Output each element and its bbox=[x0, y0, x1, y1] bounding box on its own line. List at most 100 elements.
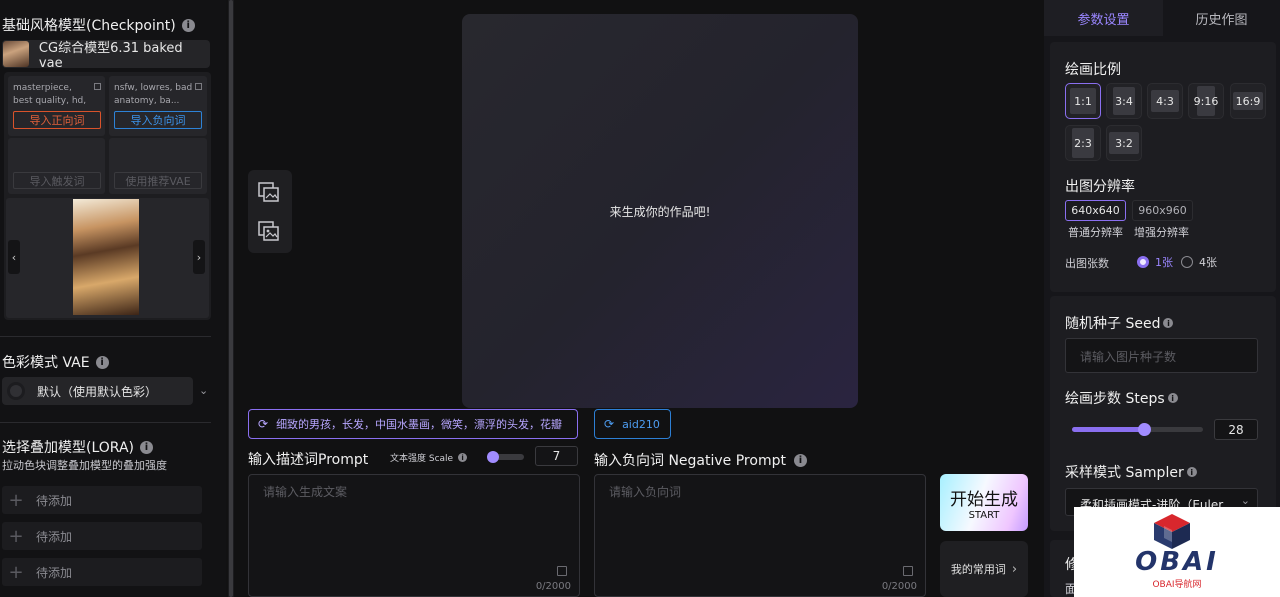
start-button[interactable]: 开始生成 START bbox=[940, 474, 1028, 531]
negative-preset: nsfw, lowres, bad anatomy, ba... 导入负向词 bbox=[109, 76, 207, 136]
ratio-16-9[interactable]: 16:9 bbox=[1230, 83, 1266, 119]
resolution-title: 出图分辨率 bbox=[1065, 179, 1135, 195]
divider bbox=[0, 422, 211, 423]
info-icon[interactable]: i bbox=[95, 355, 109, 369]
watermark-title: OBAI bbox=[1135, 547, 1219, 577]
save-icon[interactable] bbox=[903, 566, 913, 576]
vae-color-icon bbox=[7, 382, 25, 400]
ratio-3-2[interactable]: 3:2 bbox=[1106, 125, 1142, 161]
positive-preset: masterpiece, best quality, hd, ... 导入正向词 bbox=[8, 76, 105, 136]
plus-icon: + bbox=[8, 561, 24, 583]
seed-input[interactable]: 请输入图片种子数 bbox=[1065, 338, 1258, 373]
model-thumbnail bbox=[3, 41, 29, 67]
info-icon[interactable]: i bbox=[458, 453, 468, 462]
count-option-4[interactable]: 4张 bbox=[1181, 254, 1217, 270]
copy-icon[interactable] bbox=[94, 83, 101, 90]
ratio-1-1[interactable]: 1:1 bbox=[1065, 83, 1101, 119]
plus-icon: + bbox=[8, 525, 24, 547]
vae-value: 默认（使用默认色彩） bbox=[37, 384, 158, 399]
divider bbox=[0, 336, 211, 337]
vae-title: 色彩模式 VAE i bbox=[2, 352, 109, 372]
import-negative-button[interactable]: 导入负向词 bbox=[114, 111, 202, 129]
ratio-9-16[interactable]: 9:16 bbox=[1188, 83, 1224, 119]
preview-carousel: ‹ › bbox=[6, 198, 209, 318]
ratio-2-3[interactable]: 2:3 bbox=[1065, 125, 1101, 161]
count-label: 出图张数 bbox=[1065, 257, 1109, 270]
chevron-down-icon[interactable]: ⌄ bbox=[199, 384, 208, 397]
ratio-title: 绘画比例 bbox=[1065, 62, 1121, 78]
chevron-left-icon[interactable]: ‹ bbox=[8, 240, 20, 274]
seed-title-group: 随机种子 Seed i bbox=[1065, 313, 1174, 333]
negative-preset-text: nsfw, lowres, bad anatomy, ba... bbox=[114, 83, 193, 106]
use-recommended-vae-button[interactable]: 使用推荐VAE bbox=[114, 172, 202, 189]
checkpoint-select[interactable]: CG综合模型6.31 baked vae bbox=[2, 40, 210, 71]
info-icon[interactable]: i bbox=[1167, 393, 1178, 403]
lora-subtitle: 拉动色块调整叠加模型的叠加强度 bbox=[2, 459, 167, 472]
canvas-placeholder: 来生成你的作品吧! bbox=[609, 204, 711, 219]
steps-slider[interactable] bbox=[1072, 423, 1203, 436]
resolution-640[interactable]: 640x640 bbox=[1065, 200, 1126, 221]
left-scrollbar[interactable] bbox=[228, 0, 234, 597]
copy-icon[interactable] bbox=[195, 83, 202, 90]
lora-title: 选择叠加模型(LORA) i bbox=[2, 437, 153, 457]
resolution-label-enhanced: 增强分辨率 bbox=[1134, 226, 1189, 239]
watermark-logo: OBAI OBAI导航网 bbox=[1074, 507, 1280, 597]
tab-history[interactable]: 历史作图 bbox=[1163, 0, 1280, 36]
prompt-count: 0/2000 bbox=[535, 581, 571, 592]
ratio-4-3[interactable]: 4:3 bbox=[1147, 83, 1183, 119]
tool-panel bbox=[248, 170, 292, 253]
chevron-right-icon[interactable]: › bbox=[193, 240, 205, 274]
watermark-subtitle: OBAI导航网 bbox=[1152, 580, 1202, 590]
canvas-preview: 来生成你的作品吧! bbox=[462, 14, 858, 408]
steps-title-group: 绘画步数 Steps i bbox=[1065, 388, 1178, 408]
chevron-down-icon: ⌄ bbox=[1238, 494, 1250, 507]
resolution-960[interactable]: 960x960 bbox=[1132, 200, 1193, 221]
checkpoint-title: 基础风格模型(Checkpoint) i bbox=[2, 15, 195, 35]
info-icon[interactable]: i bbox=[793, 453, 807, 467]
import-trigger-button[interactable]: 导入触发词 bbox=[13, 172, 101, 189]
scale-input[interactable]: 7 bbox=[535, 446, 578, 466]
scale-slider[interactable] bbox=[487, 451, 524, 463]
lora-slot[interactable]: + 待添加 bbox=[2, 558, 202, 586]
info-icon[interactable]: i bbox=[1163, 318, 1174, 328]
resolution-label-normal: 普通分辨率 bbox=[1068, 226, 1123, 239]
ratio-card: 绘画比例 1:1 3:4 4:3 9:16 16:9 2:3 3:2 出图分辨率… bbox=[1050, 42, 1276, 292]
lora-slot[interactable]: + 待添加 bbox=[2, 486, 202, 514]
advanced-card: 随机种子 Seed i 请输入图片种子数 绘画步数 Steps i 28 采样模… bbox=[1050, 296, 1276, 531]
sampler-title-group: 采样模式 Sampler i bbox=[1065, 462, 1197, 482]
lora-slot[interactable]: + 待添加 bbox=[2, 522, 202, 550]
negative-textarea[interactable]: 请输入负向词 0/2000 bbox=[594, 474, 926, 597]
vae-select[interactable]: 默认（使用默认色彩） bbox=[2, 377, 193, 405]
count-option-1[interactable]: 1张 bbox=[1137, 254, 1173, 270]
scale-slider-handle[interactable] bbox=[487, 451, 500, 463]
steps-input[interactable]: 28 bbox=[1214, 419, 1258, 440]
scale-label-group: 文本强度 Scale i bbox=[390, 451, 468, 464]
negative-suggestion-chip[interactable]: ⟳ aid210 bbox=[594, 409, 671, 439]
common-words-button[interactable]: 我的常用词 › bbox=[940, 541, 1028, 597]
import-positive-button[interactable]: 导入正向词 bbox=[13, 111, 101, 129]
positive-suggestion-chip[interactable]: ⟳ 细致的男孩，长发，中国水墨画，微笑，漂浮的头发，花瓣 bbox=[248, 409, 578, 439]
plus-icon: + bbox=[8, 489, 24, 511]
neg-label: 输入负向词 Negative Prompt bbox=[594, 453, 786, 469]
prompt-textarea[interactable]: 请输入生成文案 0/2000 bbox=[248, 474, 580, 597]
info-icon[interactable]: i bbox=[181, 18, 195, 32]
refresh-icon: ⟳ bbox=[604, 417, 615, 431]
neg-label-group: 输入负向词 Negative Prompt i bbox=[594, 450, 807, 470]
left-panel: 基础风格模型(Checkpoint) i CG综合模型6.31 baked va… bbox=[0, 0, 226, 597]
scale-label: 文本强度 Scale bbox=[390, 454, 454, 464]
ratio-3-4[interactable]: 3:4 bbox=[1106, 83, 1142, 119]
save-icon[interactable] bbox=[557, 566, 567, 576]
image-to-image-icon[interactable] bbox=[258, 182, 280, 202]
info-icon[interactable]: i bbox=[139, 440, 153, 454]
prompt-placeholder: 请输入生成文案 bbox=[263, 485, 348, 499]
preview-image bbox=[73, 199, 139, 315]
positive-preset-text: masterpiece, best quality, hd, ... bbox=[13, 83, 87, 110]
steps-slider-handle[interactable] bbox=[1138, 423, 1152, 436]
tab-params[interactable]: 参数设置 bbox=[1044, 0, 1163, 36]
prompt-card: masterpiece, best quality, hd, ... 导入正向词… bbox=[4, 72, 211, 320]
vae-box: 使用推荐VAE bbox=[109, 138, 207, 194]
image-gallery-icon[interactable] bbox=[258, 221, 280, 241]
trigger-box: 导入触发词 bbox=[8, 138, 105, 194]
model-name: CG综合模型6.31 baked vae bbox=[38, 41, 183, 71]
info-icon[interactable]: i bbox=[1186, 467, 1197, 477]
